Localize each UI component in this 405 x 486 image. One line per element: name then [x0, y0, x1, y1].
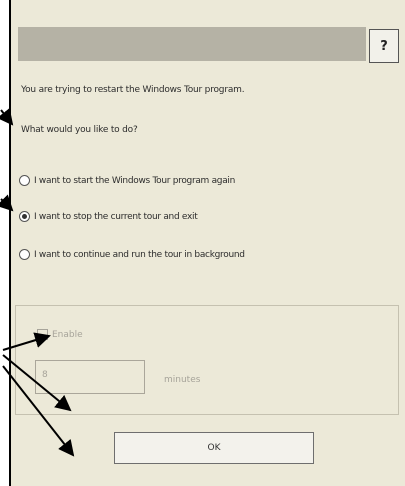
- radio-checked-icon[interactable]: [19, 211, 30, 222]
- option-3[interactable]: I want to continue and run the tour in b…: [19, 249, 245, 260]
- title-bar: [18, 27, 366, 61]
- option-1-label: I want to start the Windows Tour program…: [34, 175, 236, 186]
- option-1[interactable]: I want to start the Windows Tour program…: [19, 175, 235, 186]
- checkbox-icon[interactable]: [37, 329, 48, 340]
- minutes-input[interactable]: 8: [35, 360, 145, 394]
- help-button[interactable]: ?: [369, 29, 399, 63]
- radio-icon[interactable]: [19, 249, 30, 260]
- enable-checkbox[interactable]: Enable: [37, 329, 83, 340]
- enable-checkbox-label: Enable: [52, 329, 83, 340]
- ok-button-label: OK: [207, 443, 221, 453]
- radio-icon[interactable]: [19, 175, 30, 186]
- help-icon: ?: [380, 38, 388, 54]
- option-3-label: I want to continue and run the tour in b…: [34, 249, 245, 260]
- option-2-label: I want to stop the current tour and exit: [34, 211, 198, 222]
- dialog-window: ? You are trying to restart the Windows …: [11, 0, 405, 486]
- minutes-unit-label: minutes: [164, 375, 201, 385]
- option-2[interactable]: I want to stop the current tour and exit: [19, 211, 198, 222]
- message-line-2: What would you like to do?: [21, 125, 138, 135]
- ok-button[interactable]: OK: [114, 432, 314, 464]
- message-line-1: You are trying to restart the Windows To…: [21, 85, 245, 95]
